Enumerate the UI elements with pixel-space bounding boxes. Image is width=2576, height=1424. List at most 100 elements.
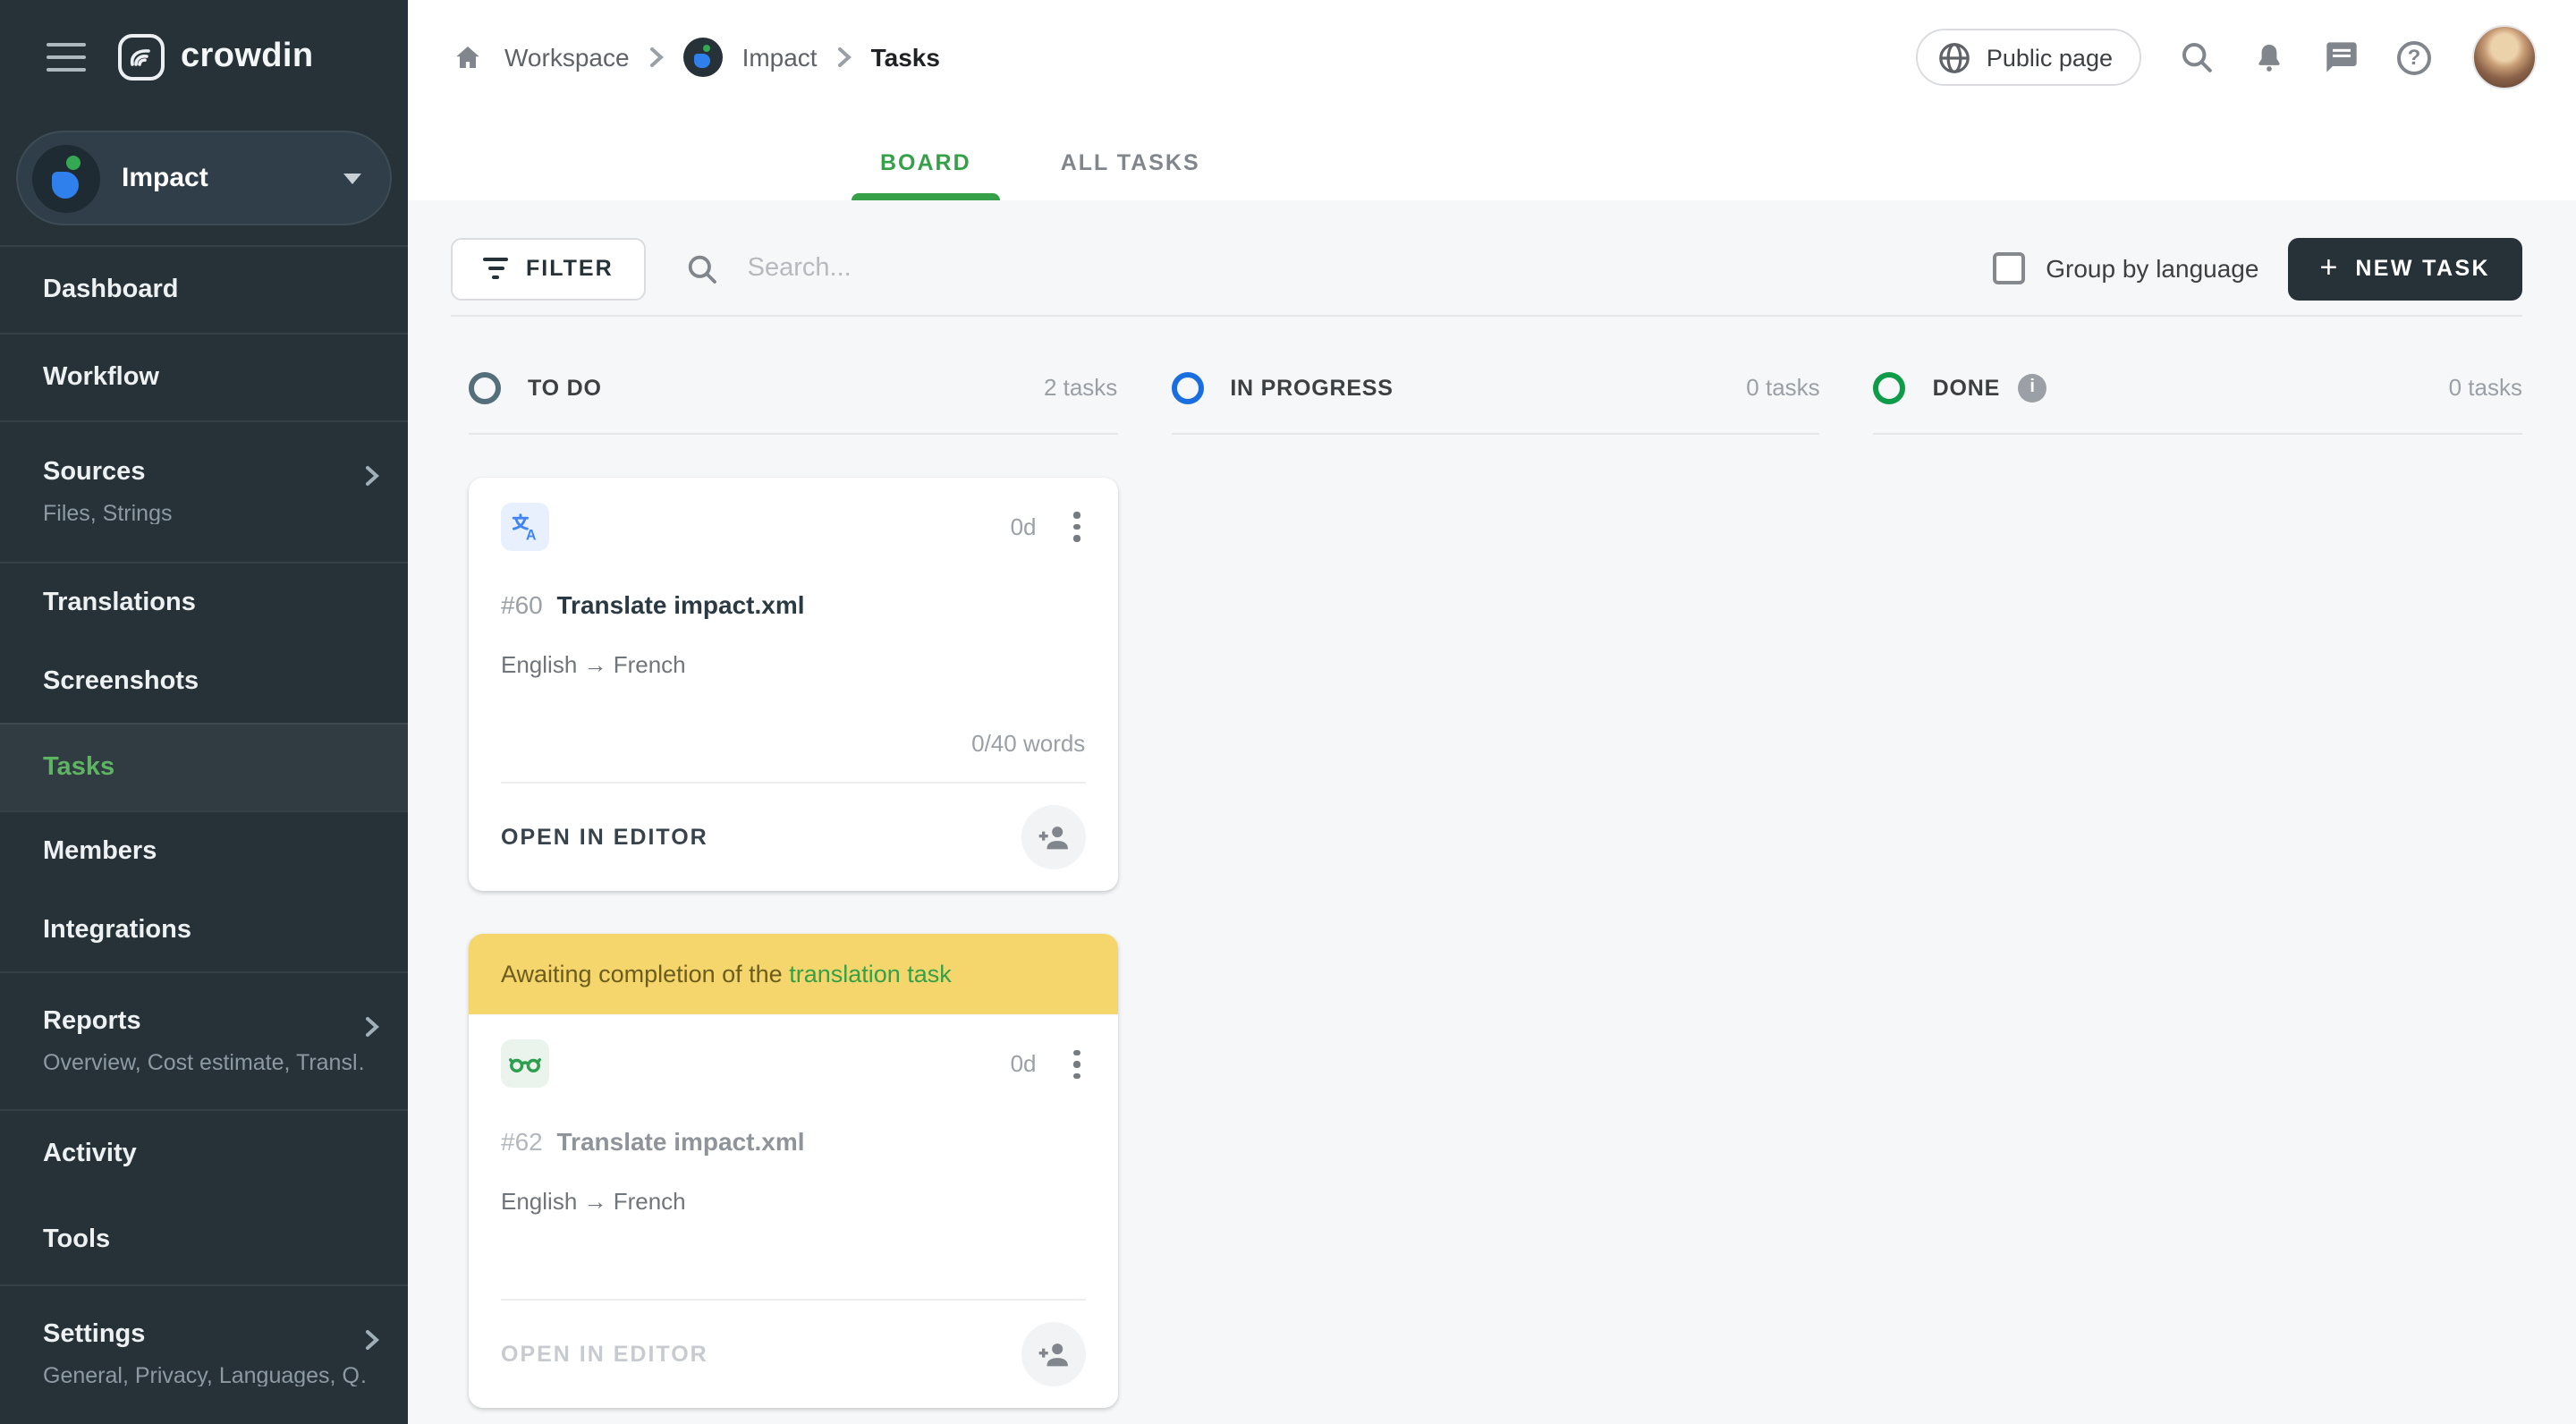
group-by-language-label[interactable]: Group by language — [2046, 254, 2258, 283]
public-page-button[interactable]: Public page — [1916, 29, 2141, 86]
due-badge: 0d — [1010, 1050, 1037, 1078]
sidebar-item-screenshots[interactable]: Screenshots — [0, 642, 408, 723]
chevron-right-icon — [837, 47, 852, 68]
task-board: TO DO 2 tasks A 0d #60 Translate impact.… — [469, 317, 2522, 1424]
task-card-62[interactable]: Awaiting completion of the translation t… — [469, 933, 1118, 1409]
notifications-bell-icon[interactable] — [2252, 38, 2286, 76]
task-name: Translate impact.xml — [556, 590, 805, 619]
column-divider — [469, 433, 1118, 435]
hamburger-menu-icon[interactable] — [47, 43, 86, 72]
proofread-task-icon — [501, 1039, 549, 1089]
sidebar-item-sources[interactable]: Sources Files, Strings — [0, 420, 408, 562]
open-in-editor-link[interactable]: OPEN IN EDITOR — [501, 825, 708, 850]
awaiting-banner-text: Awaiting completion of the — [501, 960, 790, 987]
group-by-language-checkbox[interactable] — [1992, 252, 2025, 284]
project-logo-icon — [682, 38, 723, 77]
messages-chat-icon[interactable] — [2324, 39, 2360, 75]
column-done: DONE i 0 tasks — [1873, 317, 2522, 1424]
public-page-label: Public page — [1986, 44, 2113, 71]
sidebar-item-members[interactable]: Members — [0, 810, 408, 891]
status-circle-icon — [1873, 371, 1906, 403]
task-card-60[interactable]: A 0d #60 Translate impact.xml English → … — [469, 478, 1118, 891]
svg-text:A: A — [526, 527, 537, 542]
new-task-button[interactable]: + NEW TASK — [2287, 237, 2522, 300]
sidebar-item-tasks[interactable]: Tasks — [0, 723, 408, 810]
task-card-footer: OPEN IN EDITOR — [501, 781, 1086, 891]
search-input[interactable] — [743, 252, 1281, 284]
sidebar-item-integrations[interactable]: Integrations — [0, 891, 408, 971]
sidebar-item-settings-subtitle: General, Privacy, Languages, Q… — [43, 1364, 365, 1386]
help-icon[interactable]: ? — [2397, 40, 2431, 74]
column-count: 2 tasks — [1043, 374, 1118, 401]
chevron-right-icon — [365, 1016, 379, 1038]
task-language-pair: English → French — [501, 1188, 686, 1216]
sidebar-item-reports-subtitle: Overview, Cost estimate, Transl… — [43, 1051, 365, 1073]
sidebar-item-translations[interactable]: Translations — [0, 562, 408, 642]
column-count: 0 tasks — [1746, 374, 1820, 401]
sidebar-top: crowdin — [0, 0, 408, 114]
translation-task-link[interactable]: translation task — [789, 961, 952, 987]
search-field — [685, 251, 1993, 285]
tab-board[interactable]: BOARD — [852, 150, 1000, 200]
tab-all-tasks[interactable]: ALL TASKS — [1032, 150, 1229, 200]
column-in-progress-header: IN PROGRESS 0 tasks — [1171, 370, 1820, 404]
sidebar-menu: Dashboard Workflow Sources Files, String… — [0, 245, 408, 1424]
sidebar-item-sources-subtitle: Files, Strings — [43, 502, 173, 524]
home-icon[interactable] — [451, 41, 485, 73]
header-actions: Public page ? — [1916, 25, 2537, 89]
search-icon[interactable] — [2179, 39, 2215, 75]
main-area: Workspace Impact Tasks Public page ? BOA… — [408, 0, 2576, 1424]
status-circle-icon — [1171, 371, 1204, 403]
column-count: 0 tasks — [2448, 374, 2522, 401]
project-name: Impact — [122, 163, 208, 193]
person-add-icon — [1038, 1343, 1068, 1367]
sidebar-item-settings[interactable]: Settings General, Privacy, Languages, Q… — [0, 1284, 408, 1422]
task-name: Translate impact.xml — [556, 1127, 805, 1157]
task-id: #62 — [501, 1127, 543, 1157]
task-card-footer: OPEN IN EDITOR — [501, 1299, 1086, 1408]
new-task-label: NEW TASK — [2355, 256, 2490, 281]
sidebar-item-workflow[interactable]: Workflow — [0, 333, 408, 420]
task-language-pair: English → French — [501, 650, 686, 678]
globe-icon — [1938, 40, 1972, 74]
breadcrumb-current-page: Tasks — [870, 43, 940, 72]
kebab-menu-icon[interactable] — [1069, 503, 1086, 551]
view-tabs: BOARD ALL TASKS — [852, 150, 1229, 200]
group-by-language-toggle: Group by language — [1992, 252, 2258, 284]
status-circle-icon — [469, 371, 501, 403]
task-title: #60 Translate impact.xml — [501, 590, 1085, 621]
assign-user-button[interactable] — [1021, 804, 1086, 869]
breadcrumb-project[interactable]: Impact — [742, 43, 818, 72]
search-icon — [685, 251, 719, 285]
filter-icon — [483, 258, 508, 279]
kebab-menu-icon[interactable] — [1069, 1040, 1086, 1089]
user-avatar[interactable] — [2472, 25, 2537, 89]
filter-label: FILTER — [526, 256, 614, 281]
project-switcher[interactable]: Impact — [16, 131, 392, 225]
chevron-right-icon — [365, 465, 379, 487]
column-divider — [1873, 433, 2522, 435]
column-title: IN PROGRESS — [1230, 375, 1394, 400]
column-done-header: DONE i 0 tasks — [1873, 370, 2522, 404]
column-todo: TO DO 2 tasks A 0d #60 Translate impact.… — [469, 317, 1118, 1424]
chevron-right-icon — [649, 47, 664, 68]
sidebar: crowdin Impact Dashboard Workflow Source… — [0, 0, 408, 1424]
breadcrumb: Workspace Impact Tasks — [451, 29, 940, 86]
info-icon[interactable]: i — [2018, 373, 2047, 402]
crowdin-wordmark: crowdin — [181, 38, 314, 75]
task-word-count: 0/40 words — [971, 729, 1086, 757]
board-toolbar: FILTER Group by language + NEW TASK — [451, 236, 2522, 301]
open-in-editor-link-disabled: OPEN IN EDITOR — [501, 1342, 708, 1368]
project-logo-icon — [32, 144, 100, 212]
sidebar-item-dashboard[interactable]: Dashboard — [0, 245, 408, 333]
crowdin-logo[interactable]: crowdin — [118, 34, 314, 81]
sidebar-item-tools[interactable]: Tools — [0, 1197, 408, 1284]
column-title: TO DO — [528, 375, 602, 400]
assign-user-button[interactable] — [1021, 1322, 1086, 1387]
crowdin-bird-icon — [118, 34, 165, 81]
sidebar-item-activity[interactable]: Activity — [0, 1109, 408, 1197]
breadcrumb-workspace[interactable]: Workspace — [504, 43, 630, 72]
filter-button[interactable]: FILTER — [451, 237, 646, 300]
sidebar-item-reports[interactable]: Reports Overview, Cost estimate, Transl… — [0, 971, 408, 1109]
column-todo-header: TO DO 2 tasks — [469, 370, 1117, 404]
